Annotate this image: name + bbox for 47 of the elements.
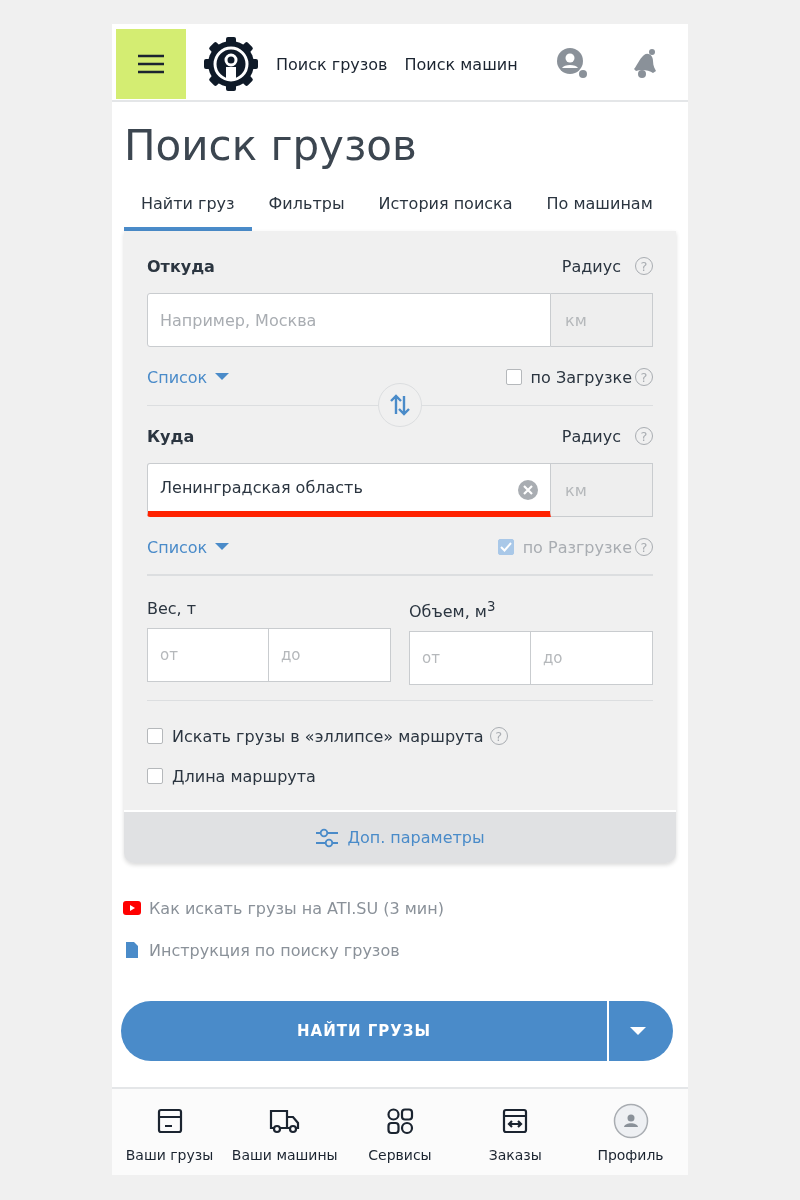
bottom-nav-item[interactable]: Сервисы	[342, 1103, 458, 1175]
document-icon	[123, 941, 141, 960]
clear-icon[interactable]	[517, 479, 539, 501]
search-button[interactable]: НАЙТИ ГРУЗЫ	[121, 1001, 673, 1062]
checkbox-label: Длина маршрута	[172, 766, 316, 786]
checkbox-label: Искать грузы в «эллипсе» маршрута	[172, 726, 484, 746]
checkbox[interactable]	[147, 768, 163, 785]
sliders-icon	[315, 826, 340, 849]
bottom-nav-item[interactable]: Профиль	[573, 1103, 688, 1175]
nav-link[interactable]: Поиск грузов	[276, 54, 388, 74]
bottom-nav-item[interactable]: Ваши машины	[227, 1103, 343, 1175]
caret-icon	[630, 1026, 646, 1036]
field-label: Объем, м$^{3}$	[409, 598, 497, 621]
location-field[interactable]: Например, Москва	[147, 293, 551, 347]
to-field[interactable]: до	[269, 627, 391, 682]
page-title: Поиск грузов	[124, 120, 418, 172]
menu-icon	[137, 54, 165, 74]
location-field[interactable]: Ленинградская область	[147, 463, 551, 517]
menu-button[interactable]	[116, 29, 186, 99]
swap-button[interactable]	[378, 383, 422, 427]
checkbox[interactable]	[147, 728, 163, 745]
checkbox-label: по Разгрузке	[522, 537, 632, 557]
from-field[interactable]: от	[409, 630, 531, 685]
field-label: Вес, т	[147, 598, 198, 618]
swap-arrows-icon	[389, 392, 411, 418]
to-field[interactable]: до	[531, 630, 653, 685]
radius-label: Радиус	[561, 426, 621, 446]
logo-icon[interactable]	[203, 36, 259, 92]
radius-field[interactable]: км	[551, 463, 653, 517]
tab[interactable]: По машинам	[529, 194, 670, 231]
user-search-icon[interactable]	[555, 47, 590, 81]
radius-label: Радиус	[561, 256, 621, 276]
from-field[interactable]: от	[147, 627, 269, 682]
bottom-nav-item[interactable]: Заказы	[457, 1103, 573, 1175]
tab[interactable]: История поиска	[361, 194, 530, 231]
field-label: Откуда	[147, 256, 216, 276]
avatar-icon	[612, 1103, 649, 1140]
bottom-nav-item[interactable]: Ваши грузы	[112, 1103, 227, 1175]
caret-icon	[215, 543, 230, 551]
caret-icon	[215, 373, 230, 381]
tab[interactable]: Фильтры	[251, 194, 362, 231]
nav-link[interactable]: Поиск машин	[404, 54, 518, 74]
checkbox-label: по Загрузке	[530, 367, 632, 387]
field-label: Куда	[147, 426, 196, 446]
video-icon	[123, 901, 141, 916]
radius-field[interactable]: км	[551, 293, 653, 347]
checkbox[interactable]	[505, 369, 522, 385]
